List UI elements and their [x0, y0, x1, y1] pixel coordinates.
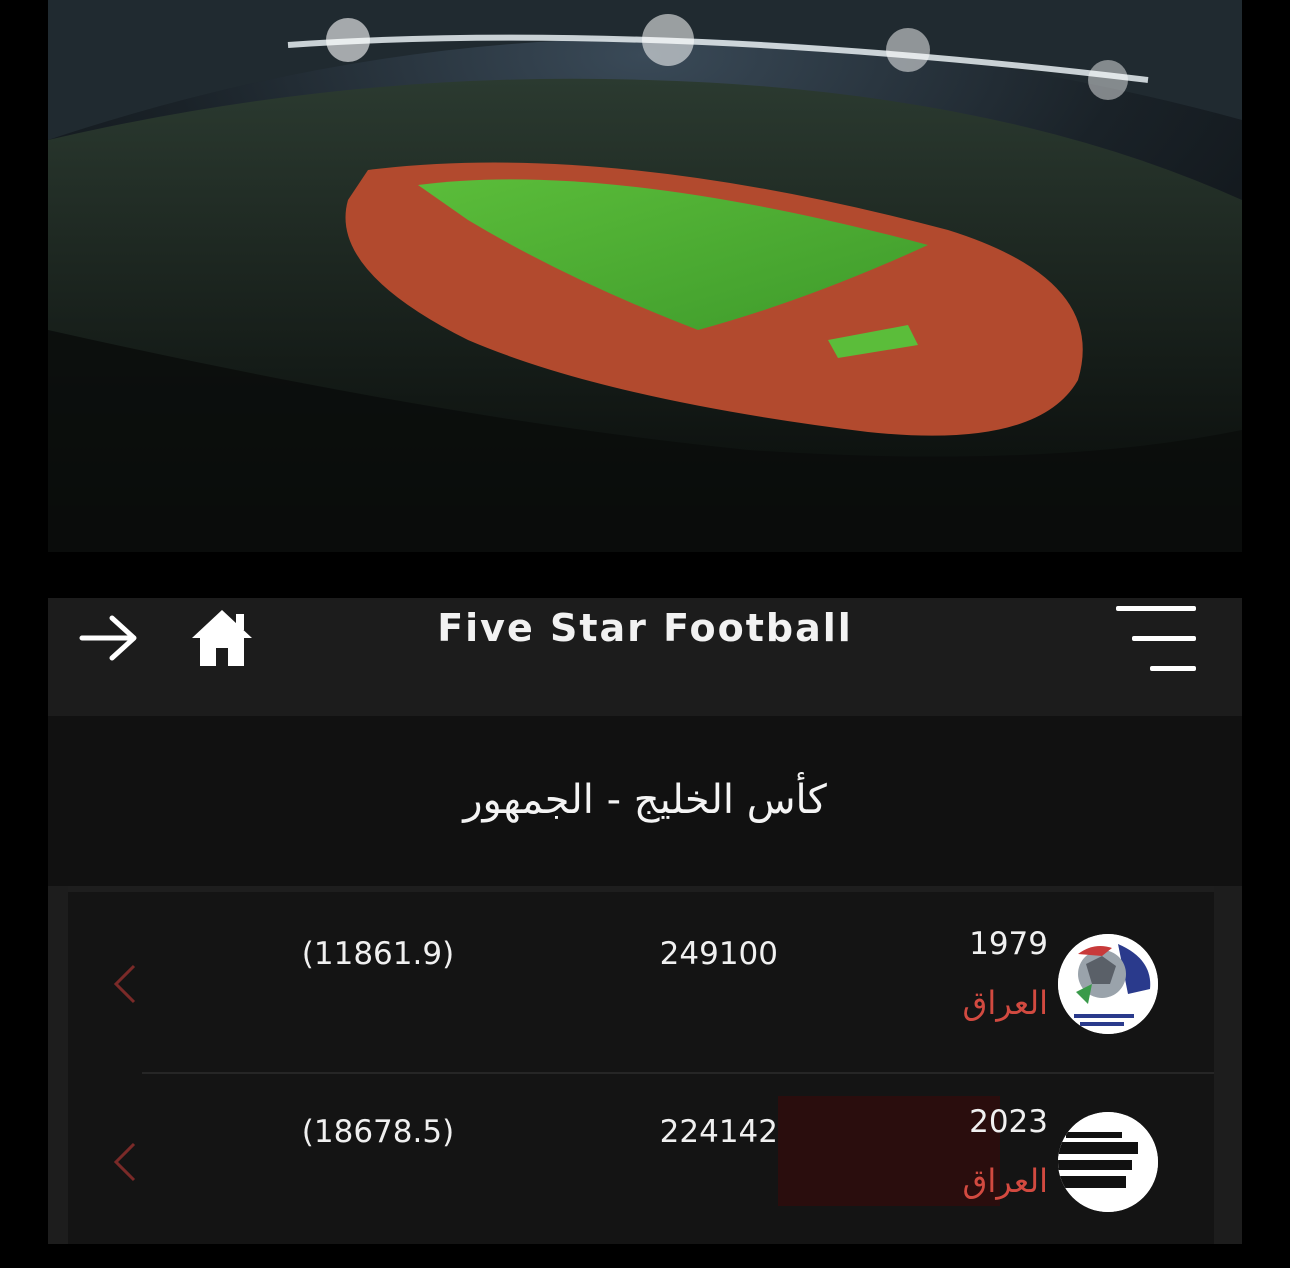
app-bar: Five Star Football — [48, 598, 1242, 716]
divider — [48, 886, 1242, 892]
page-title: كأس الخليج - الجمهور — [463, 777, 827, 823]
total-attendance: 224142 — [659, 1114, 778, 1150]
chevron-left-icon[interactable] — [110, 1140, 140, 1184]
list-item[interactable]: (11861.9) 249100 1979 العراق — [68, 896, 1214, 1074]
list-item[interactable]: (18678.5) 224142 2023 العراق — [68, 1074, 1214, 1244]
total-attendance: 249100 — [659, 936, 778, 972]
app-frame: Five Star Football كأس الخليج - الجمهور … — [48, 0, 1242, 1244]
app-title: Five Star Football — [437, 606, 853, 650]
list-edge — [48, 886, 68, 1244]
gulf-cup-logo — [1058, 1112, 1158, 1212]
host-country: العراق — [962, 984, 1048, 1022]
average-attendance: (11861.9) — [301, 936, 455, 972]
menu-icon[interactable] — [1116, 602, 1200, 672]
tournament-year: 1979 — [969, 926, 1048, 962]
gulf-cup-logo — [1058, 934, 1158, 1034]
average-attendance: (18678.5) — [301, 1114, 455, 1150]
chevron-left-icon[interactable] — [110, 962, 140, 1006]
attendance-list: (11861.9) 249100 1979 العراق (18678.5) 2… — [48, 886, 1242, 1244]
tournament-year: 2023 — [969, 1104, 1048, 1140]
host-country: العراق — [962, 1162, 1048, 1200]
spacer — [48, 552, 1242, 598]
page-heading-band: كأس الخليج - الجمهور — [48, 716, 1242, 886]
stadium-hero-image — [48, 0, 1242, 552]
list-edge — [1214, 886, 1242, 1244]
